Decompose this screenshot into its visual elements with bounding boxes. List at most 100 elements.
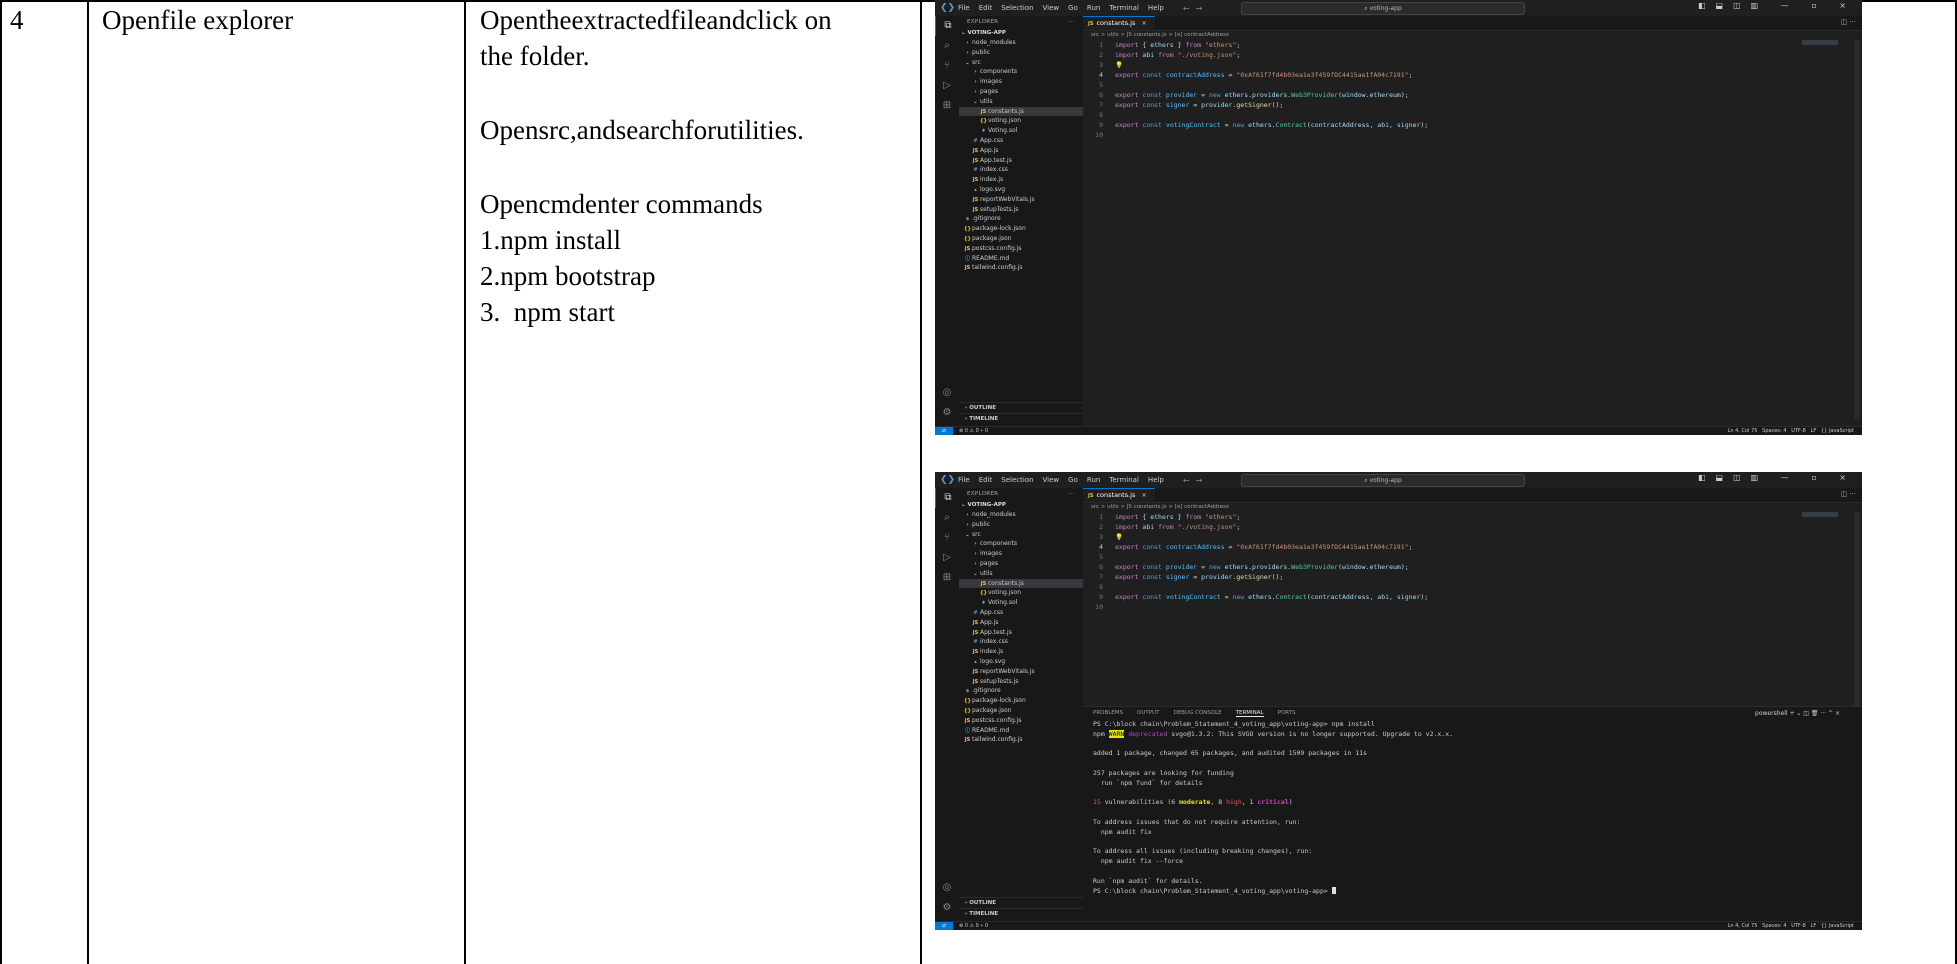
file-tree-item[interactable]: JS postcss.config.js (959, 244, 1083, 254)
terminal-output[interactable]: PS C:\block chain\Problem_Statement_4_vo… (1083, 720, 1862, 896)
file-tree-item[interactable]: JS postcss.config.js (959, 716, 1083, 726)
panel-tab[interactable]: TERMINAL (1235, 710, 1264, 717)
source-control-icon[interactable]: ⑂ (935, 528, 959, 548)
menu-item[interactable]: Go (1068, 476, 1078, 484)
file-tree-item[interactable]: ◆ .gitignore (959, 214, 1083, 224)
breadcrumb[interactable]: src > utils > JS constants.js > [e] cont… (1083, 503, 1862, 512)
file-tree-item[interactable]: ▴ logo.svg (959, 657, 1083, 667)
menu-item[interactable]: File (958, 4, 970, 12)
file-tree-item[interactable]: › public (959, 520, 1083, 530)
source-control-icon[interactable]: ⑂ (935, 56, 959, 76)
file-tree-item[interactable]: # index.css (959, 637, 1083, 647)
files-icon[interactable]: ⧉ (935, 488, 960, 508)
problems-status[interactable]: ⊗ 0 ⚠ 0 ⑂ 0 (959, 427, 988, 435)
menu-item[interactable]: Go (1068, 4, 1078, 12)
file-tree-item[interactable]: › components (959, 539, 1083, 549)
extensions-icon[interactable]: ⊞ (935, 568, 959, 588)
menu-item[interactable]: Run (1087, 476, 1100, 484)
menu-item[interactable]: Run (1087, 4, 1100, 12)
timeline-section[interactable]: › TIMELINE (959, 908, 1083, 919)
split-editor-icon[interactable]: ◫ ··· (1840, 18, 1856, 26)
file-tree-item[interactable]: {}package.json (959, 234, 1083, 244)
file-tree-item[interactable]: JS index.js (959, 175, 1083, 185)
file-tree-item[interactable]: ⓘ README.md (959, 254, 1083, 264)
search-icon[interactable]: ⌕ (935, 508, 959, 528)
editor-status[interactable]: Ln 4, Col 75 Spaces: 4 UTF-8 LF {} JavaS… (1728, 427, 1854, 435)
command-center-search[interactable]: ⌕ voting-app (1241, 474, 1525, 487)
terminal-actions[interactable]: powershell + ⌄ ◫ 🗑 ··· ^ × (1755, 707, 1840, 720)
file-tree-item[interactable]: ▴ logo.svg (959, 185, 1083, 195)
editor-status[interactable]: Ln 4, Col 75 Spaces: 4 UTF-8 LF {} JavaS… (1728, 922, 1854, 930)
file-tree-item[interactable]: ⓘ README.md (959, 726, 1083, 736)
file-tree-item[interactable]: JS index.js (959, 647, 1083, 657)
window-controls[interactable]: ◧⬓◫▥ — ▫ × (1698, 473, 1856, 482)
breadcrumb[interactable]: src > utils > JS constants.js > [e] cont… (1083, 31, 1862, 40)
file-tree-item[interactable]: › node_modules (959, 510, 1083, 520)
file-tree-item[interactable]: JS setupTests.js (959, 205, 1083, 215)
file-tree-item[interactable]: # App.css (959, 608, 1083, 618)
editor-scrollbar[interactable] (1854, 40, 1860, 419)
file-tree-item[interactable]: › images (959, 77, 1083, 87)
more-actions-icon[interactable]: ··· (1069, 488, 1075, 500)
remote-icon[interactable]: ⇄ (935, 427, 953, 435)
file-tree-item[interactable]: › pages (959, 87, 1083, 97)
file-tree-item[interactable]: JS constants.js (959, 578, 1083, 589)
extensions-icon[interactable]: ⊞ (935, 96, 959, 116)
file-tree-item[interactable]: JS tailwind.config.js (959, 263, 1083, 273)
menu-item[interactable]: Selection (1001, 476, 1033, 484)
file-tree-item[interactable]: JS reportWebVitals.js (959, 195, 1083, 205)
panel-tab[interactable]: PROBLEMS (1093, 710, 1123, 716)
menu-item[interactable]: Edit (979, 476, 993, 484)
file-tree-item[interactable]: JS reportWebVitals.js (959, 667, 1083, 677)
close-icon[interactable]: × (1141, 19, 1146, 27)
project-root[interactable]: ⌄ VOTING-APP (959, 500, 1083, 510)
gear-icon[interactable]: ⚙ (935, 403, 959, 423)
files-icon[interactable]: ⧉ (935, 16, 960, 36)
file-tree-item[interactable]: {}voting.json (959, 116, 1083, 126)
file-tree-item[interactable]: ♦ Voting.sol (959, 126, 1083, 136)
file-tree-item[interactable]: {}package-lock.json (959, 224, 1083, 234)
code-editor[interactable]: 1 import { ethers } from "ethers"; 2 import… (1083, 40, 1862, 140)
outline-section[interactable]: › OUTLINE (959, 897, 1083, 908)
file-tree-item[interactable]: › images (959, 549, 1083, 559)
menu-item[interactable]: Terminal (1109, 476, 1139, 484)
file-tree-item[interactable]: ⌄ src (959, 58, 1083, 68)
file-tree-item[interactable]: JS tailwind.config.js (959, 735, 1083, 745)
close-icon[interactable]: × (1141, 491, 1146, 499)
file-tree-item[interactable]: › pages (959, 559, 1083, 569)
file-tree-item[interactable]: › components (959, 67, 1083, 77)
file-tree-item[interactable]: ◆ .gitignore (959, 686, 1083, 696)
menu-item[interactable]: Help (1148, 476, 1164, 484)
menu-item[interactable]: View (1043, 4, 1060, 12)
panel-tab[interactable]: PORTS (1278, 710, 1296, 716)
file-tree-item[interactable]: ⌄ utils (959, 97, 1083, 107)
account-icon[interactable]: ◎ (935, 383, 959, 403)
split-editor-icon[interactable]: ◫ ··· (1840, 490, 1856, 498)
file-tree-item[interactable]: # App.css (959, 136, 1083, 146)
menu-item[interactable]: View (1043, 476, 1060, 484)
panel-tab[interactable]: DEBUG CONSOLE (1173, 710, 1221, 716)
file-tree-item[interactable]: {}package-lock.json (959, 696, 1083, 706)
menu-item[interactable]: Selection (1001, 4, 1033, 12)
panel-tab[interactable]: OUTPUT (1137, 710, 1159, 716)
menu-item[interactable]: Help (1148, 4, 1164, 12)
tab-constants-js[interactable]: JS constants.js × (1083, 488, 1155, 502)
account-icon[interactable]: ◎ (935, 878, 959, 898)
file-tree-item[interactable]: ⌄ utils (959, 569, 1083, 579)
search-icon[interactable]: ⌕ (935, 36, 959, 56)
run-debug-icon[interactable]: ▷ (935, 548, 959, 568)
file-tree-item[interactable]: # index.css (959, 165, 1083, 175)
file-tree-item[interactable]: {}voting.json (959, 588, 1083, 598)
file-tree-item[interactable]: ⌄ src (959, 530, 1083, 540)
tab-constants-js[interactable]: JS constants.js × (1083, 16, 1155, 30)
command-center-search[interactable]: ⌕ voting-app (1241, 2, 1525, 15)
code-editor[interactable]: 1 import { ethers } from "ethers"; 2 import… (1083, 512, 1862, 612)
file-tree-item[interactable]: {}package.json (959, 706, 1083, 716)
problems-status[interactable]: ⊗ 0 ⚠ 0 ⑂ 0 (959, 922, 988, 930)
file-tree-item[interactable]: JS App.test.js (959, 156, 1083, 166)
nav-arrows-icon[interactable]: ←→ (1183, 4, 1208, 13)
nav-arrows-icon[interactable]: ←→ (1183, 476, 1208, 485)
minimap[interactable] (1802, 40, 1838, 45)
gear-icon[interactable]: ⚙ (935, 898, 959, 918)
file-tree-item[interactable]: JS setupTests.js (959, 677, 1083, 687)
